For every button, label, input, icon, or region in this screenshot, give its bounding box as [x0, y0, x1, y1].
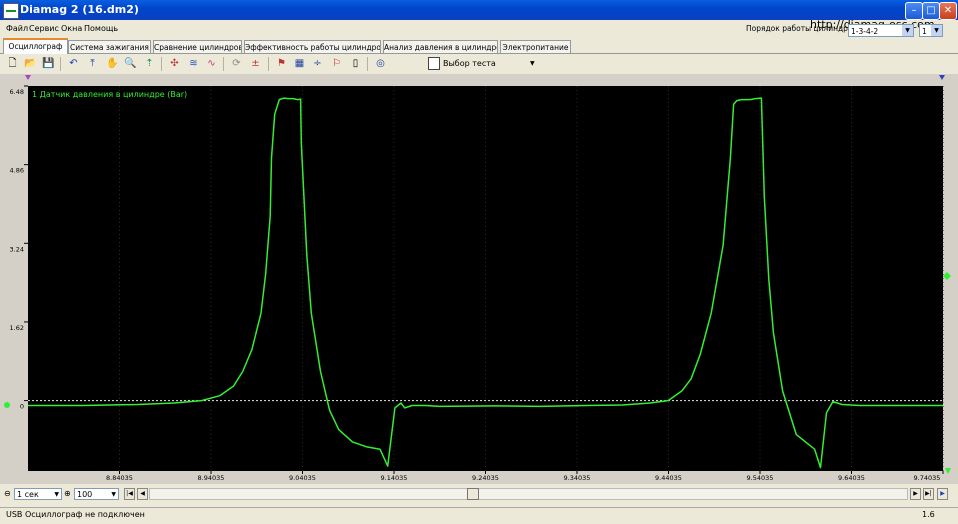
menu-help[interactable]: Помощь — [84, 24, 118, 33]
test-select[interactable]: Выбор теста ▼ — [428, 56, 540, 71]
right-bottom-marker — [945, 468, 951, 474]
open-folder-icon[interactable]: 📂 — [24, 57, 37, 70]
y-tick-label: 6.48 — [10, 88, 24, 96]
tab-cylinder-compare[interactable]: Сравнение цилиндров — [153, 40, 242, 53]
oscilloscope-chart[interactable]: 6.48 4.86 3.24 1.62 0 8.84035 8.94035 9.04035 9… — [0, 74, 958, 484]
y-tick-label: 4.86 — [10, 167, 24, 175]
x-tick-label: 9.24035 — [472, 474, 499, 482]
hand-icon[interactable]: ✋ — [106, 57, 119, 70]
close-button[interactable]: ✕ — [939, 2, 957, 20]
horizontal-scrollbar[interactable] — [149, 488, 908, 500]
scroll-first-button[interactable]: |◀ — [124, 488, 135, 500]
table-icon[interactable]: ▦ — [293, 57, 306, 70]
x-axis: 8.84035 8.94035 9.04035 9.14035 9.24035 9.340… — [106, 471, 944, 482]
y-tick-label: 1.62 — [10, 324, 24, 332]
window-title: Diamag 2 (16.dm2) — [20, 3, 139, 16]
tab-power[interactable]: Электропитание — [500, 40, 571, 53]
status-text: USB Осциллограф не подключен — [6, 510, 145, 519]
settings-icon[interactable]: ⚑ — [275, 57, 288, 70]
document-icon — [428, 57, 440, 70]
tab-oscilloscope[interactable]: Осциллограф — [3, 38, 68, 54]
chevron-down-icon: ▼ — [931, 25, 942, 36]
new-file-icon[interactable]: 🗋 — [6, 57, 19, 70]
filter-icon[interactable]: ✣ — [168, 57, 181, 70]
tab-cylinder-efficiency[interactable]: Эффективность работы цилиндров — [244, 40, 381, 53]
tab-ignition[interactable]: Система зажигания — [68, 40, 151, 53]
chevron-down-icon: ▼ — [902, 25, 913, 36]
scroll-last-button[interactable]: ▶| — [923, 488, 934, 500]
measure-icon[interactable]: ⤒ — [86, 57, 99, 70]
right-level-marker — [943, 272, 951, 280]
menu-file[interactable]: Файл — [6, 24, 28, 33]
sync-icon[interactable]: ⟳ — [230, 57, 243, 70]
time-scale-select[interactable]: 1 сек ▼ — [14, 488, 62, 500]
wave-compare-icon[interactable]: ∿ — [205, 57, 218, 70]
tab-pressure-analysis[interactable]: Анализ давления в цилиндре — [383, 40, 498, 53]
x-tick-label: 9.14035 — [381, 474, 408, 482]
scroll-thumb[interactable] — [467, 488, 479, 500]
count-select[interactable]: 1 ▼ — [919, 24, 943, 37]
scroll-next-button[interactable]: ▶ — [910, 488, 921, 500]
app-icon — [3, 3, 19, 19]
chevron-down-icon: ▼ — [530, 60, 535, 67]
page-icon[interactable]: ▯ — [349, 57, 362, 70]
save-icon[interactable]: 💾 — [42, 57, 55, 70]
top-right-marker — [939, 75, 945, 80]
flag-icon[interactable]: ⚐ — [330, 57, 343, 70]
time-scale-icon[interactable]: ⊖ — [4, 488, 11, 500]
y-tick-label: 3.24 — [10, 245, 24, 253]
menu-service[interactable]: Сервис — [29, 24, 59, 33]
left-zero-marker — [4, 402, 10, 408]
x-tick-label: 9.74035 — [914, 474, 941, 482]
y-axis: 6.48 4.86 3.24 1.62 0 — [10, 85, 28, 411]
marker-icon[interactable]: ⇡ — [143, 57, 156, 70]
zoom-value-icon[interactable]: ⊕ — [64, 488, 71, 500]
x-tick-label: 9.44035 — [655, 474, 682, 482]
x-tick-label: 9.54035 — [747, 474, 774, 482]
x-tick-label: 8.94035 — [198, 474, 225, 482]
cursor-icon[interactable]: ↶ — [67, 57, 80, 70]
channel-label: 1 Датчик давления в цилиндре (Bar) — [32, 90, 187, 99]
play-button[interactable]: ▶ — [937, 488, 948, 500]
menu-windows[interactable]: Окна — [61, 24, 82, 33]
wave-icon[interactable]: ≋ — [187, 57, 200, 70]
oscilloscope-panel: 6.48 4.86 3.24 1.62 0 8.84035 8.94035 9.04035 9… — [0, 74, 958, 484]
x-tick-label: 8.84035 — [106, 474, 133, 482]
y-tick-label: 0 — [20, 403, 24, 411]
clock-icon[interactable]: ◎ — [374, 57, 387, 70]
zoom-select[interactable]: 100 ▼ — [74, 488, 119, 500]
status-value: 1.6 — [922, 510, 935, 519]
x-tick-label: 9.04035 — [289, 474, 316, 482]
split-icon[interactable]: ÷ — [311, 57, 324, 70]
cylinder-order-select[interactable]: 1-3-4-2 ▼ — [848, 24, 914, 37]
top-left-marker — [25, 75, 31, 80]
zoom-icon[interactable]: 🔍 — [124, 57, 137, 70]
scroll-prev-button[interactable]: ◀ — [137, 488, 148, 500]
x-tick-label: 9.34035 — [564, 474, 591, 482]
title-bar: Diamag 2 (16.dm2) – □ ✕ — [0, 0, 958, 20]
x-tick-label: 9.64035 — [838, 474, 865, 482]
zero-icon[interactable]: ± — [249, 57, 262, 70]
